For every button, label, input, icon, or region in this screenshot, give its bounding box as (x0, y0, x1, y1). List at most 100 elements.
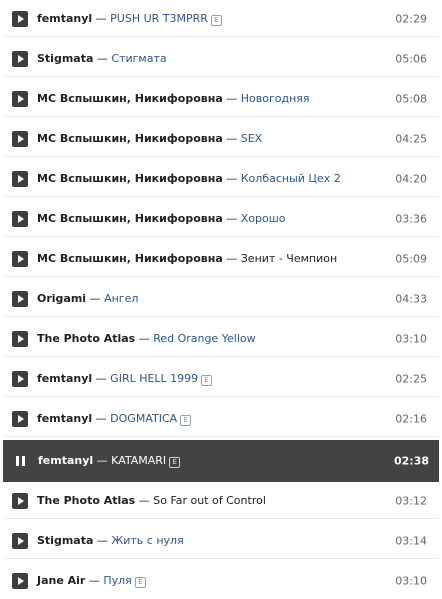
track-info: MC Вспышкин, Никифоровна — Хорошо (37, 212, 286, 226)
track-info: MC Вспышкин, Никифоровна — Колбасный Цех… (37, 172, 341, 186)
play-button[interactable] (12, 532, 28, 549)
play-button[interactable] (12, 210, 28, 227)
play-icon (18, 174, 24, 183)
track-title[interactable]: PUSH UR T3MPRR (110, 12, 208, 25)
separator-dash: — (226, 171, 238, 185)
track-row[interactable]: femtanyl — GIRL HELL 1999 E 02:25 (5, 361, 438, 397)
track-row[interactable]: Origami — Ангел 04:33 (5, 281, 438, 317)
track-row[interactable]: MC Вспышкин, Никифоровна — Колбасный Цех… (5, 161, 438, 197)
track-title[interactable]: Red Orange Yellow (153, 332, 255, 345)
track-artist[interactable]: Origami (37, 292, 86, 305)
play-button[interactable] (12, 10, 28, 27)
track-info: MC Вспышкин, Никифоровна — Зенит - Чемпи… (37, 252, 337, 266)
track-artist[interactable]: MC Вспышкин, Никифоровна (37, 212, 223, 225)
play-icon (18, 496, 24, 505)
track-title[interactable]: KATAMARI (111, 454, 166, 467)
track-duration: 03:14 (395, 534, 427, 547)
separator-dash: — (96, 51, 108, 65)
track-artist[interactable]: MC Вспышкин, Никифоровна (37, 252, 223, 265)
track-row[interactable]: MC Вспышкин, Никифоровна — Зенит - Чемпи… (5, 241, 438, 277)
separator-dash: — (95, 11, 107, 25)
track-row[interactable]: femtanyl — PUSH UR T3MPRR E 02:29 (5, 1, 438, 37)
play-icon (18, 294, 24, 303)
separator-dash: — (96, 533, 108, 547)
track-info: femtanyl — PUSH UR T3MPRR E (37, 12, 222, 26)
play-button[interactable] (12, 492, 28, 509)
track-row[interactable]: MC Вспышкин, Никифоровна — Хорошо 03:36 (5, 201, 438, 237)
track-artist[interactable]: The Photo Atlas (37, 332, 135, 345)
track-artist[interactable]: Jane Air (37, 574, 85, 587)
track-duration: 03:12 (395, 494, 427, 507)
track-row[interactable]: MC Вспышкин, Никифоровна — Новогодняя 05… (5, 81, 438, 117)
play-icon (18, 374, 24, 383)
track-row[interactable]: MC Вспышкин, Никифоровна — SEX 04:25 (5, 121, 438, 157)
track-row[interactable]: Stigmata — Жить с нуля 03:14 (5, 523, 438, 559)
track-title[interactable]: Ангел (104, 292, 138, 305)
track-artist[interactable]: femtanyl (38, 454, 93, 467)
track-duration: 02:25 (395, 372, 427, 385)
play-button[interactable] (12, 573, 28, 589)
explicit-icon: E (180, 414, 192, 426)
separator-dash: — (95, 411, 107, 425)
track-title[interactable]: Колбасный Цех 2 (241, 172, 341, 185)
track-row[interactable]: Stigmata — Стигмата 05:06 (5, 41, 438, 77)
track-artist[interactable]: MC Вспышкин, Никифоровна (37, 172, 223, 185)
track-title[interactable]: SEX (241, 132, 262, 145)
audio-playlist: femtanyl — PUSH UR T3MPRR E 02:29 Stigmat… (0, 0, 442, 596)
track-title[interactable]: GIRL HELL 1999 (110, 372, 198, 385)
play-icon (18, 334, 24, 343)
track-title[interactable]: Новогодняя (241, 92, 310, 105)
pause-button[interactable] (13, 453, 29, 469)
separator-dash: — (226, 251, 238, 265)
track-info: MC Вспышкин, Никифоровна — Новогодняя (37, 92, 310, 106)
play-button[interactable] (12, 50, 28, 67)
track-info: femtanyl — KATAMARI E (38, 454, 181, 468)
track-artist[interactable]: MC Вспышкин, Никифоровна (37, 92, 223, 105)
play-button[interactable] (12, 130, 28, 147)
track-title[interactable]: Хорошо (241, 212, 286, 225)
track-title[interactable]: Зенит - Чемпион (241, 252, 337, 265)
track-info: Jane Air — Пуля E (37, 574, 146, 588)
track-title[interactable]: Жить с нуля (111, 534, 183, 547)
track-row[interactable]: femtanyl — DOGMATICA E 02:16 (5, 401, 438, 437)
track-artist[interactable]: femtanyl (37, 12, 92, 25)
track-artist[interactable]: The Photo Atlas (37, 494, 135, 507)
explicit-icon: E (134, 577, 146, 588)
track-row[interactable]: The Photo Atlas — Red Orange Yellow 03:1… (5, 321, 438, 357)
play-button[interactable] (12, 370, 28, 387)
track-title[interactable]: DOGMATICA (110, 412, 177, 425)
play-button[interactable] (12, 90, 28, 107)
track-info: The Photo Atlas — Red Orange Yellow (37, 332, 256, 346)
play-button[interactable] (12, 170, 28, 187)
track-row-playing[interactable]: femtanyl — KATAMARI E 02:38 (3, 440, 439, 482)
play-icon (18, 134, 24, 143)
track-duration: 03:10 (395, 574, 427, 588)
play-button[interactable] (12, 410, 28, 427)
track-row[interactable]: Jane Air — Пуля E 03:10 (5, 563, 438, 599)
play-icon (18, 214, 24, 223)
pause-icon (16, 456, 19, 466)
track-duration: 05:08 (395, 92, 427, 105)
track-artist[interactable]: Stigmata (37, 52, 93, 65)
track-artist[interactable]: femtanyl (37, 372, 92, 385)
track-row[interactable]: The Photo Atlas — So Far out of Control … (5, 483, 438, 519)
separator-dash: — (138, 493, 150, 507)
track-title[interactable]: Пуля (103, 574, 131, 587)
play-icon (18, 14, 24, 23)
play-icon (18, 94, 24, 103)
track-title[interactable]: Стигмата (111, 52, 166, 65)
track-artist[interactable]: MC Вспышкин, Никифоровна (37, 132, 223, 145)
separator-dash: — (138, 331, 150, 345)
track-title[interactable]: So Far out of Control (153, 494, 266, 507)
play-button[interactable] (12, 330, 28, 347)
track-info: Stigmata — Стигмата (37, 52, 167, 66)
track-duration: 02:38 (393, 454, 429, 468)
play-icon (18, 577, 24, 585)
track-info: The Photo Atlas — So Far out of Control (37, 494, 266, 508)
explicit-icon: E (201, 374, 213, 386)
play-button[interactable] (12, 250, 28, 267)
play-button[interactable] (12, 290, 28, 307)
track-duration: 04:20 (395, 172, 427, 185)
track-artist[interactable]: Stigmata (37, 534, 93, 547)
track-artist[interactable]: femtanyl (37, 412, 92, 425)
